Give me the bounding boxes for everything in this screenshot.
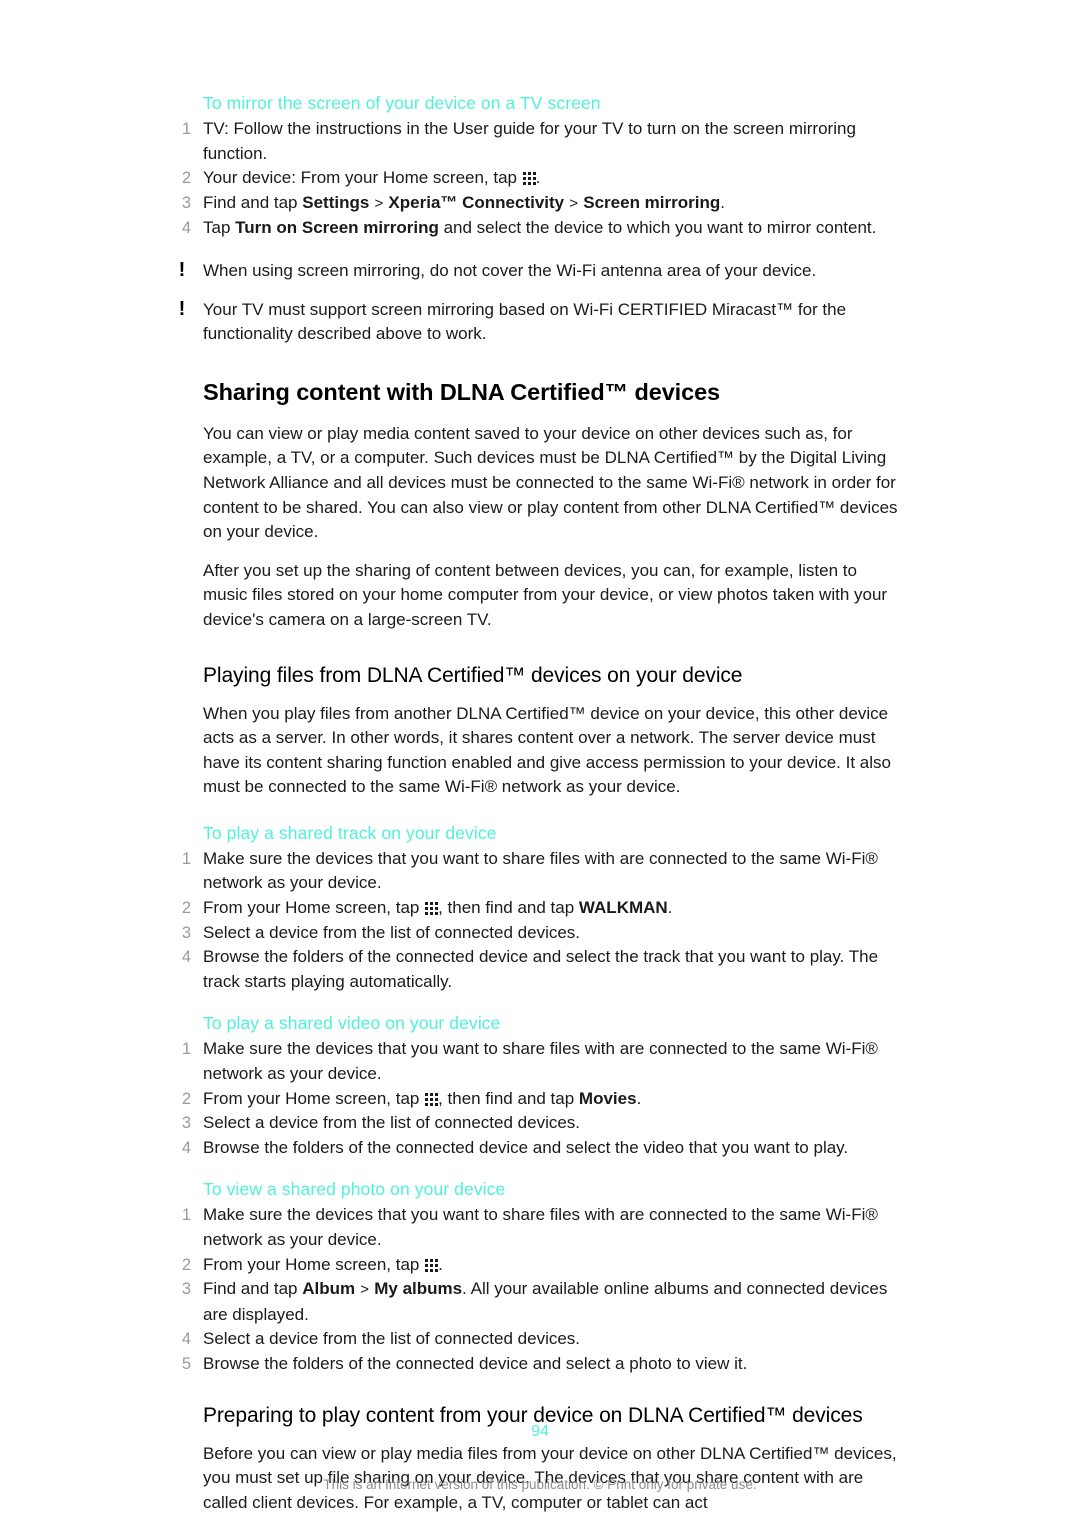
step-item: 2 From your Home screen, tap , then find … [172, 896, 904, 921]
app-drawer-icon [522, 171, 536, 186]
step-item: 4 Browse the folders of the connected dev… [172, 945, 904, 994]
emphasis-term: WALKMAN [578, 898, 668, 918]
emphasis-term: My albums [374, 1279, 463, 1299]
step-text: Browse the folders of the connected devi… [203, 947, 879, 991]
emphasis-term: Xperia™ Connectivity [388, 192, 565, 212]
step-text: From your Home screen, tap , then find a… [203, 1088, 642, 1108]
section-heading-shared-photo: To view a shared photo on your device [203, 1179, 506, 1200]
note-exclamation-icon: ! [178, 297, 186, 320]
note-text: When using screen mirroring, do not cove… [203, 260, 817, 280]
app-drawer-icon [425, 901, 439, 916]
step-number: 1 [181, 849, 191, 868]
step-text: Browse the folders of the connected devi… [203, 1353, 748, 1373]
page-content: To mirror the screen of your device on a… [172, 92, 904, 1515]
note-exclamation-icon: ! [178, 258, 186, 281]
step-item: 2 From your Home screen, tap , then find … [172, 1087, 904, 1112]
step-item: 4 Tap Turn on Screen mirroring and select… [172, 216, 904, 241]
section-heading-mirror: To mirror the screen of your device on a… [203, 93, 601, 113]
paragraph-playing-files: When you play files from another DLNA Ce… [203, 703, 891, 797]
step-item: 1 Make sure the devices that you want to … [172, 847, 904, 896]
step-number: 1 [181, 120, 191, 138]
note-block: ! When using screen mirroring, do not cov… [172, 259, 904, 284]
step-text: Select a device from the list of connect… [203, 922, 581, 942]
step-text: Make sure the devices that you want to s… [203, 848, 878, 893]
step-number: 2 [181, 1255, 191, 1274]
emphasis-term: Turn on Screen mirroring [235, 218, 439, 238]
step-text: TV: Follow the instructions in the User … [203, 119, 856, 163]
section-heading-dlna-sharing: Sharing content with DLNA Certified™ dev… [203, 378, 721, 405]
path-separator: > [565, 194, 583, 212]
step-text: Find and tap Album > My albums. All your… [203, 1279, 888, 1324]
step-item: 5 Browse the folders of the connected dev… [172, 1352, 904, 1377]
paragraph-dlna-2: After you set up the sharing of content … [203, 560, 888, 629]
section-heading-playing-files: Playing files from DLNA Certified™ devic… [203, 663, 743, 687]
step-item: 1 Make sure the devices that you want to … [172, 1037, 904, 1086]
step-number: 2 [181, 1089, 191, 1108]
step-item: 3 Select a device from the list of connec… [172, 921, 904, 946]
step-text: Find and tap Settings > Xperia™ Connecti… [203, 192, 725, 212]
step-text: Select a device from the list of connect… [203, 1329, 581, 1349]
step-number: 3 [181, 1280, 191, 1299]
step-number: 3 [181, 1114, 191, 1133]
step-item: 3 Find and tap Album > My albums. All you… [172, 1277, 904, 1327]
step-item: 2 Your device: From your Home screen, tap… [172, 166, 904, 191]
emphasis-term: Movies [578, 1088, 637, 1108]
step-list-shared-video: 1 Make sure the devices that you want to … [172, 1037, 904, 1160]
path-separator: > [370, 194, 388, 212]
step-number: 4 [181, 1330, 191, 1349]
step-text: Browse the folders of the connected devi… [203, 1137, 849, 1157]
step-text: Your device: From your Home screen, tap … [203, 168, 541, 188]
step-item: 1 Make sure the devices that you want to … [172, 1203, 904, 1252]
step-item: 2 From your Home screen, tap . [172, 1253, 904, 1278]
app-drawer-icon [425, 1092, 439, 1106]
page-number: 94 [531, 1423, 549, 1440]
step-number: 1 [181, 1206, 191, 1225]
paragraph-dlna-1: You can view or play media content saved… [203, 423, 898, 542]
step-list-shared-track: 1 Make sure the devices that you want to … [172, 847, 904, 995]
step-number: 3 [181, 923, 191, 942]
note-text: Your TV must support screen mirroring ba… [203, 299, 847, 344]
step-text: Make sure the devices that you want to s… [203, 1039, 878, 1084]
step-list-shared-photo: 1 Make sure the devices that you want to … [172, 1203, 904, 1376]
step-item: 3 Find and tap Settings > Xperia™ Connect… [172, 191, 904, 217]
step-text: Make sure the devices that you want to s… [203, 1205, 878, 1249]
app-drawer-icon [425, 1258, 439, 1272]
step-number: 4 [181, 948, 191, 967]
step-item: 4 Select a device from the list of connec… [172, 1327, 904, 1352]
step-number: 2 [181, 899, 191, 918]
step-item: 3 Select a device from the list of connec… [172, 1111, 904, 1136]
step-number: 4 [181, 219, 191, 238]
step-number: 5 [181, 1354, 191, 1373]
step-text: Select a device from the list of connect… [203, 1113, 581, 1133]
step-number: 1 [181, 1040, 191, 1059]
section-heading-shared-video: To play a shared video on your device [203, 1013, 501, 1034]
section-heading-shared-track: To play a shared track on your device [203, 822, 497, 843]
step-text: From your Home screen, tap . [203, 1254, 443, 1274]
emphasis-term: Album [302, 1279, 356, 1299]
step-item: 1 TV: Follow the instructions in the User… [172, 117, 904, 166]
path-separator: > [356, 1281, 374, 1299]
step-number: 2 [181, 169, 191, 188]
step-number: 3 [181, 193, 191, 212]
step-text: Tap Turn on Screen mirroring and select … [203, 218, 877, 238]
emphasis-term: Screen mirroring [583, 192, 721, 212]
step-number: 4 [181, 1138, 191, 1157]
footer-note: This is an Internet version of this publ… [323, 1477, 757, 1492]
note-list: ! When using screen mirroring, do not cov… [172, 259, 904, 347]
step-list-mirror: 1 TV: Follow the instructions in the User… [172, 117, 904, 241]
step-item: 4 Browse the folders of the connected dev… [172, 1136, 904, 1161]
note-block: ! Your TV must support screen mirroring b… [172, 298, 904, 347]
document-page: To mirror the screen of your device on a… [0, 0, 1080, 1527]
emphasis-term: Settings [302, 192, 370, 212]
step-text: From your Home screen, tap , then find a… [203, 898, 673, 918]
